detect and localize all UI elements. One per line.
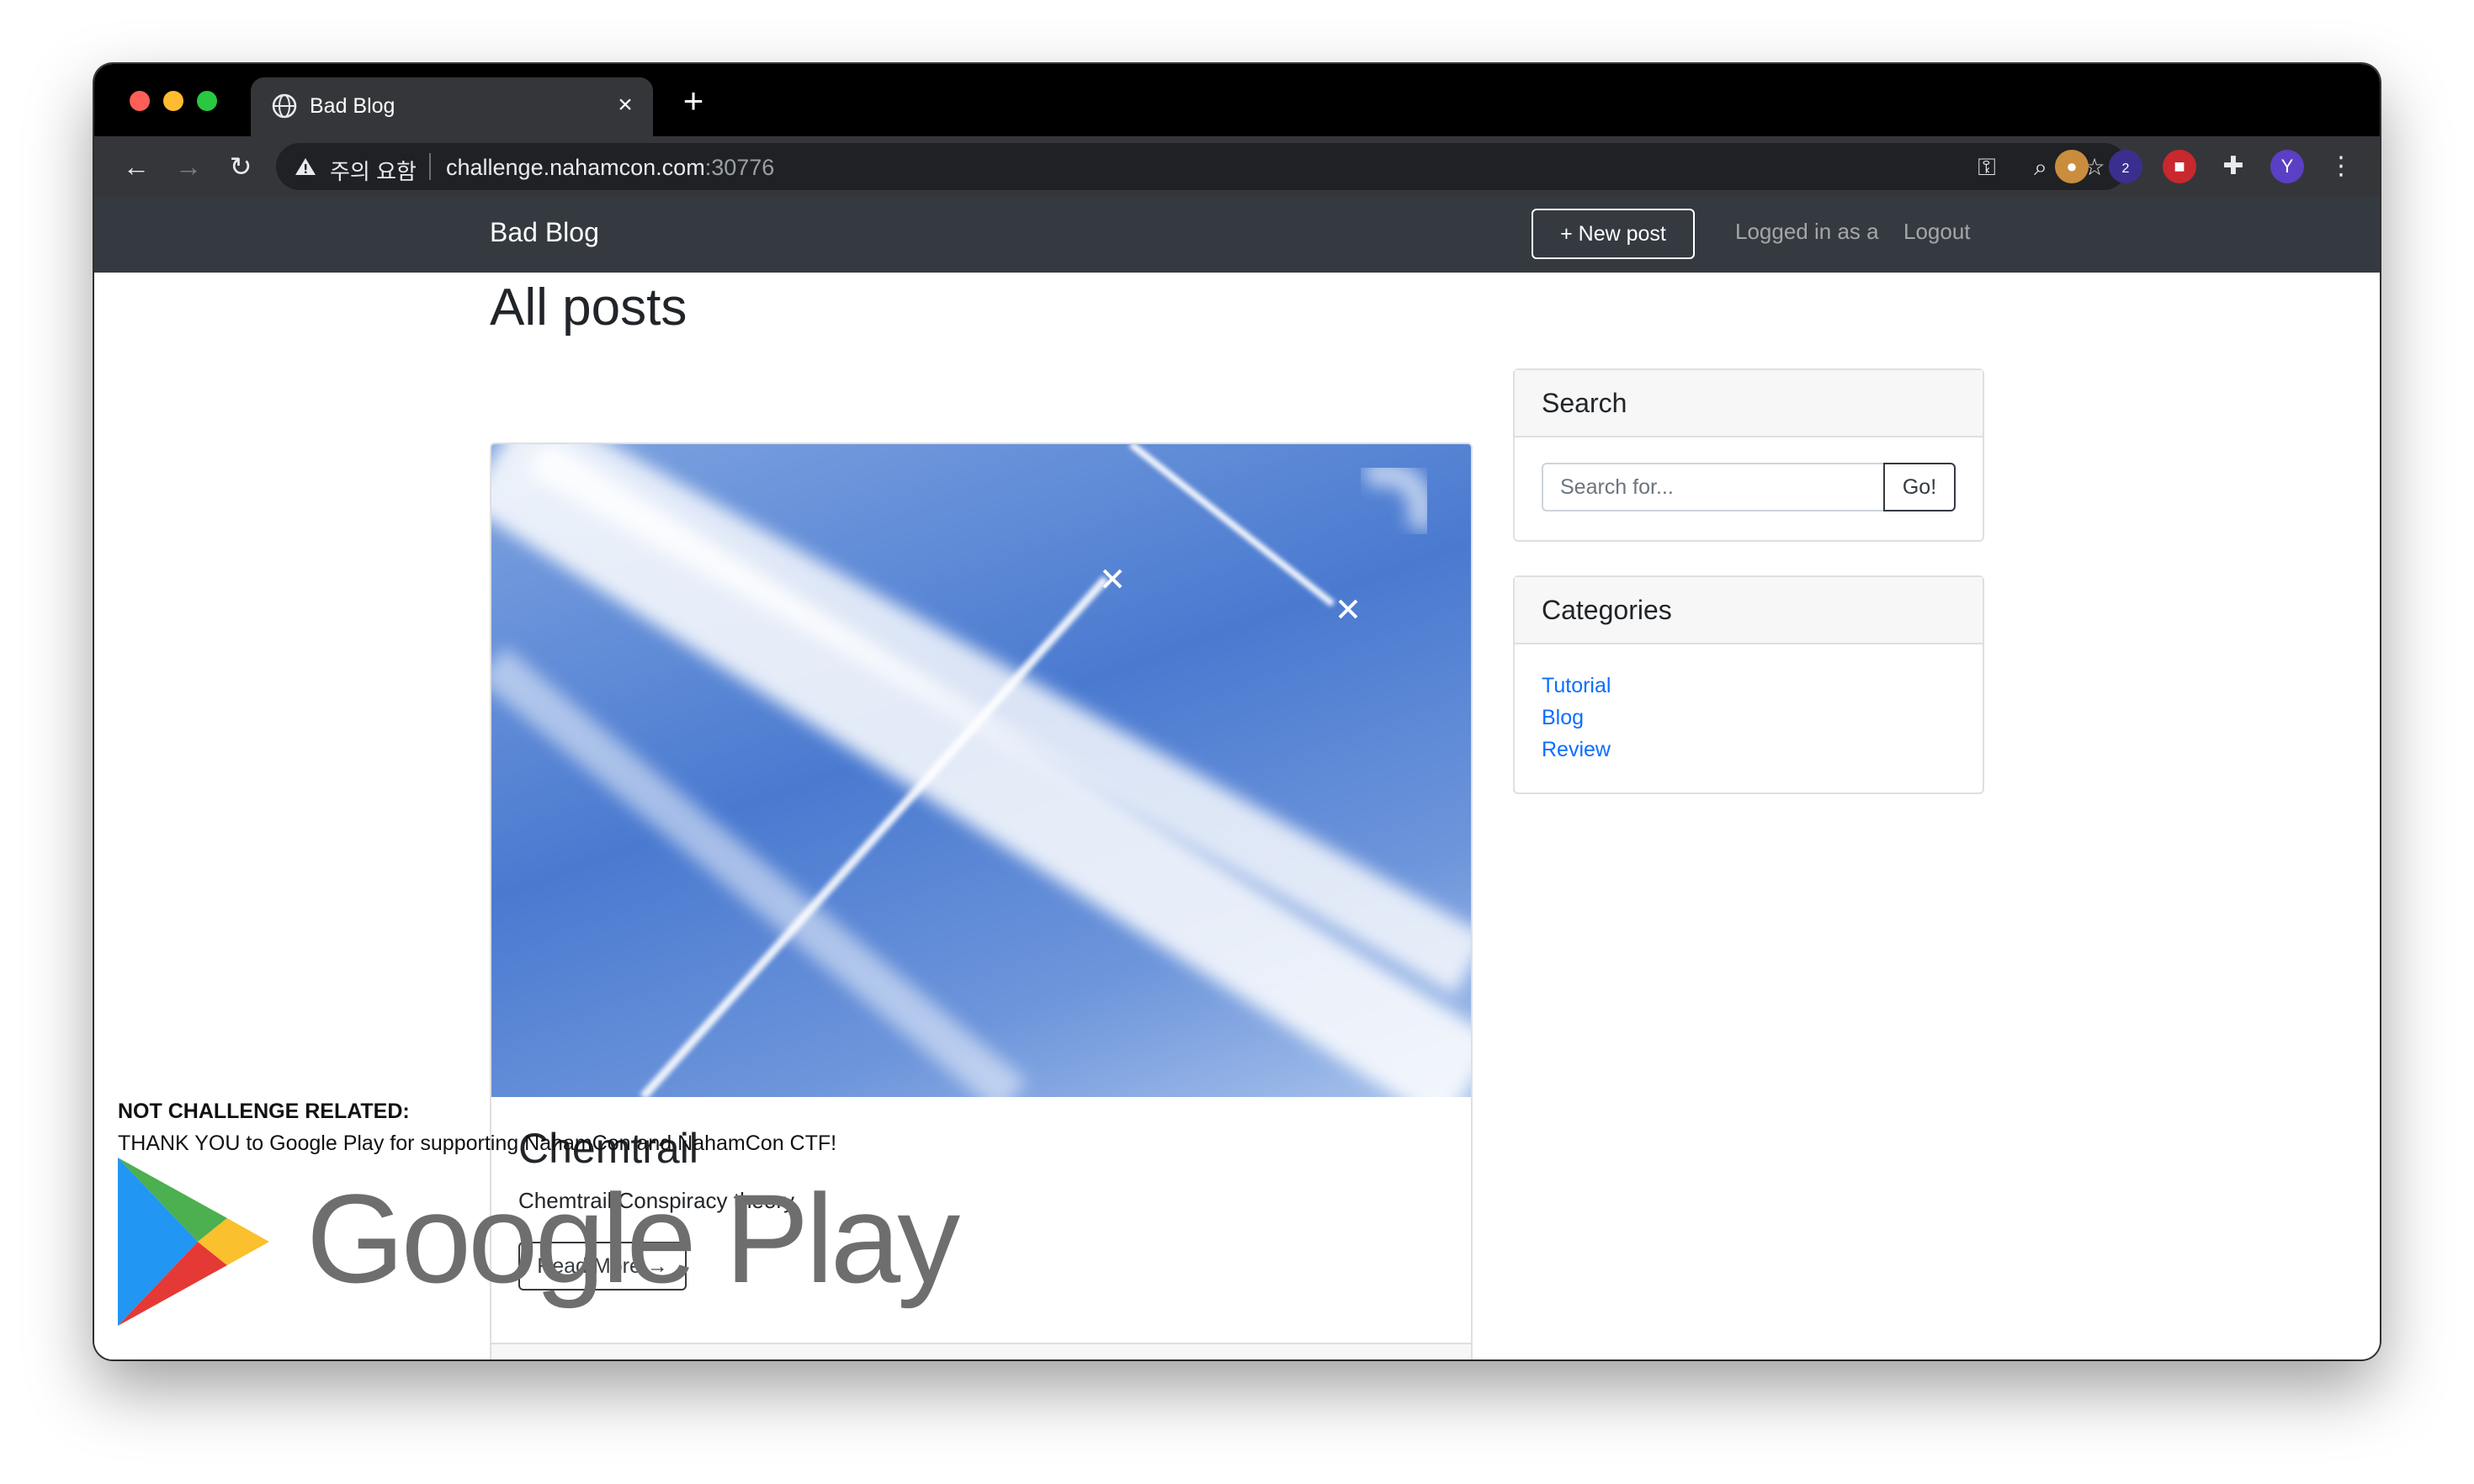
- sponsor-message: THANK YOU to Google Play for supporting …: [118, 1132, 837, 1155]
- zoom-icon[interactable]: ⌕: [2026, 153, 2055, 182]
- cookie-extension-icon[interactable]: ●: [2055, 150, 2089, 183]
- google-play-wordmark: Google Play: [306, 1168, 960, 1309]
- google-play-logo-icon: [118, 1158, 269, 1326]
- url-text[interactable]: challenge.nahamcon.com:30776: [446, 155, 774, 181]
- logged-in-text: Logged in as a: [1735, 219, 1879, 244]
- category-link-blog[interactable]: Blog: [1542, 702, 1611, 734]
- site-navbar: Bad Blog + New post Logged in as a Logou…: [94, 197, 2380, 273]
- category-link-tutorial[interactable]: Tutorial: [1542, 670, 1611, 702]
- sky-contrails-illustration: [491, 444, 1471, 1097]
- search-widget-title: Search: [1515, 370, 1983, 437]
- tab-strip: Bad Blog × +: [94, 64, 2380, 136]
- menu-kebab-icon[interactable]: ⋮: [2324, 150, 2358, 183]
- new-post-button[interactable]: + New post: [1532, 209, 1695, 259]
- close-window-button[interactable]: [130, 91, 150, 111]
- new-tab-button[interactable]: +: [675, 82, 712, 119]
- search-input[interactable]: Search for...: [1542, 463, 1885, 511]
- categories-list: Tutorial Blog Review: [1542, 670, 1611, 766]
- url-port: :30776: [704, 155, 775, 180]
- shield-extension-icon[interactable]: ■: [2163, 150, 2196, 183]
- search-go-button[interactable]: Go!: [1883, 463, 1956, 511]
- sponsor-heading: NOT CHALLENGE RELATED:: [118, 1100, 410, 1123]
- categories-widget: Categories Tutorial Blog Review: [1513, 575, 1984, 794]
- reload-icon[interactable]: ↻: [222, 148, 259, 185]
- browser-tab[interactable]: Bad Blog ×: [251, 77, 653, 136]
- site-brand[interactable]: Bad Blog: [490, 217, 599, 248]
- post-footer: 2021-03-07 admin: [491, 1343, 1471, 1359]
- minimize-window-button[interactable]: [163, 91, 183, 111]
- profile-avatar[interactable]: Y: [2270, 150, 2304, 183]
- puzzle-icon[interactable]: ✚: [2217, 150, 2250, 183]
- close-tab-icon[interactable]: ×: [611, 91, 640, 119]
- airplane-icon: [1338, 599, 1358, 619]
- sponsor-note: NOT CHALLENGE RELATED: THANK YOU to Goog…: [118, 1095, 836, 1159]
- tab-title: Bad Blog: [310, 94, 396, 118]
- forward-icon[interactable]: →: [170, 148, 207, 185]
- back-icon[interactable]: ←: [118, 148, 155, 185]
- address-bar[interactable]: 주의 요함 challenge.nahamcon.com:30776 ⚿ ⌕ ☆: [276, 143, 2127, 190]
- extension-badge-icon[interactable]: 2: [2109, 150, 2142, 183]
- categories-widget-title: Categories: [1515, 577, 1983, 644]
- category-link-review[interactable]: Review: [1542, 734, 1611, 766]
- page-title: All posts: [490, 278, 688, 337]
- url-host: challenge.nahamcon.com: [446, 155, 705, 180]
- search-widget: Search Search for... Go!: [1513, 368, 1984, 542]
- browser-window: Bad Blog × + ← → ↻ 주의 요함 challenge.naham…: [94, 64, 2380, 1359]
- logout-link[interactable]: Logout: [1903, 219, 1971, 245]
- globe-icon: [272, 93, 297, 119]
- key-icon[interactable]: ⚿: [1972, 153, 2001, 182]
- extension-badge-count: 2: [2121, 162, 2130, 176]
- browser-toolbar: ← → ↻ 주의 요함 challenge.nahamcon.com:30776…: [94, 136, 2380, 197]
- airplane-icon: [1102, 569, 1123, 589]
- post-image: [491, 444, 1471, 1097]
- maximize-window-button[interactable]: [197, 91, 217, 111]
- address-separator: [429, 153, 431, 180]
- warning-icon: [295, 158, 316, 175]
- security-label[interactable]: 주의 요함: [330, 155, 417, 186]
